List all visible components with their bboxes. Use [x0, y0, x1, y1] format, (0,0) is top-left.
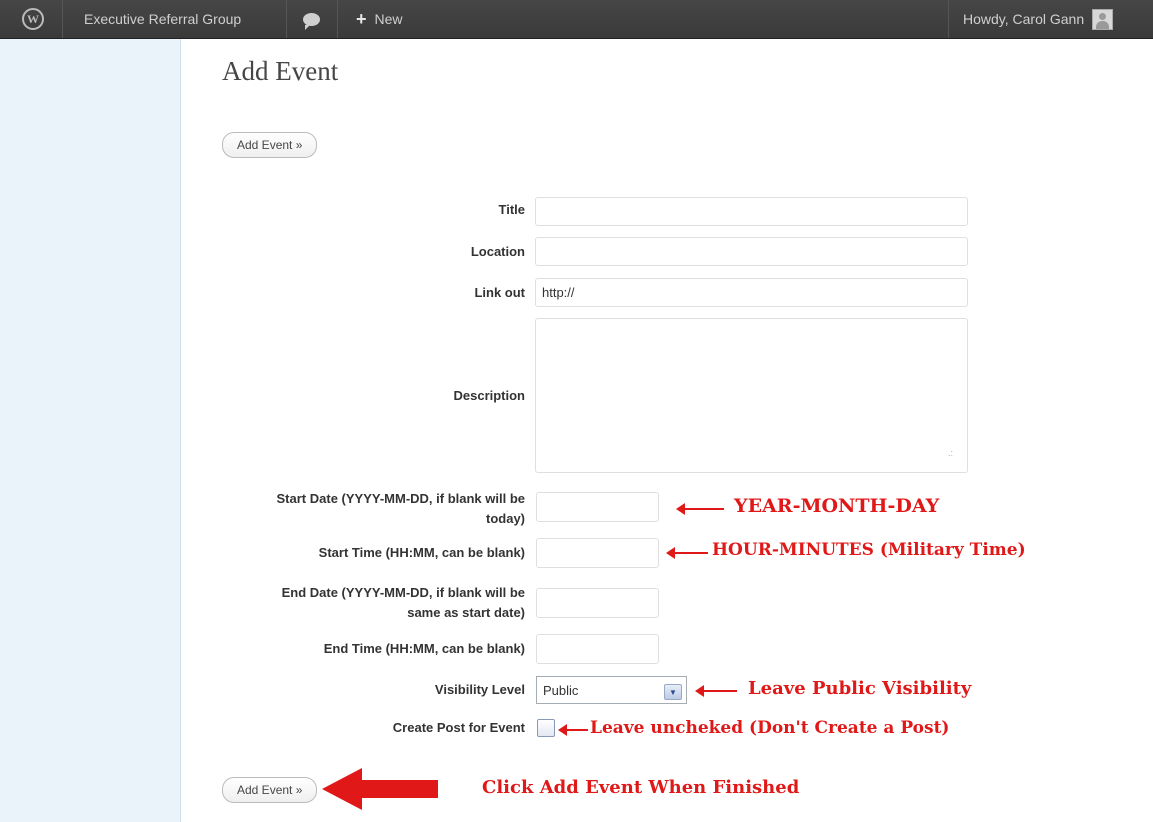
- annotation-visibility: Leave Public Visibility: [748, 678, 972, 699]
- link-out-value: http://: [542, 285, 575, 300]
- end-date-label-line2: same as start date): [407, 605, 525, 620]
- big-left-arrow-icon: [322, 768, 362, 810]
- annotation-time: HOUR-MINUTES (Military Time): [712, 540, 1026, 560]
- big-left-arrow-shaft: [360, 780, 438, 798]
- end-date-label: End Date (YYYY-MM-DD, if blank will be s…: [282, 583, 525, 623]
- add-event-button-top[interactable]: Add Event »: [222, 132, 318, 158]
- account-menu[interactable]: Howdy, Carol Gann: [963, 0, 1114, 38]
- title-label: Title: [498, 202, 526, 217]
- create-post-label: Create Post for Event: [392, 720, 525, 735]
- create-post-checkbox[interactable]: [537, 719, 555, 737]
- start-date-label-line2: today): [486, 511, 525, 526]
- site-name-link[interactable]: Executive Referral Group: [84, 0, 241, 38]
- visibility-selected-value: Public: [543, 682, 579, 698]
- annotation-date: YEAR-MONTH-DAY: [734, 495, 940, 517]
- start-date-label-line1: Start Date (YYYY-MM-DD, if blank will be: [276, 491, 525, 506]
- end-date-label-line1: End Date (YYYY-MM-DD, if blank will be: [281, 585, 525, 600]
- start-date-input[interactable]: [536, 492, 659, 522]
- wordpress-icon: W: [22, 8, 44, 30]
- new-label: New: [374, 11, 403, 27]
- page-title: Add Event: [222, 56, 339, 86]
- new-content-button[interactable]: + New: [356, 0, 403, 38]
- link-out-label: Link out: [474, 285, 525, 300]
- end-date-input[interactable]: [536, 588, 659, 618]
- resize-grip-icon[interactable]: .:: [948, 448, 953, 458]
- annotation-arrow-visibility: [695, 685, 737, 697]
- start-time-label: Start Time (HH:MM, can be blank): [318, 545, 525, 560]
- visibility-label: Visibility Level: [434, 682, 525, 697]
- description-label: Description: [453, 388, 525, 403]
- location-label: Location: [470, 244, 525, 259]
- annotation-arrow-time: [666, 547, 708, 559]
- wordpress-logo-button[interactable]: W: [22, 0, 44, 38]
- plus-icon: +: [356, 8, 367, 29]
- annotation-arrow-post: [558, 724, 588, 736]
- greeting-text: Howdy, Carol Gann: [963, 11, 1085, 27]
- admin-side-menu: [0, 39, 181, 822]
- location-input[interactable]: [535, 237, 968, 266]
- link-out-input[interactable]: http://: [535, 278, 968, 307]
- comments-button[interactable]: [303, 0, 320, 38]
- end-time-input[interactable]: [536, 634, 659, 664]
- admin-bar: W Executive Referral Group + New Howdy, …: [0, 0, 1153, 39]
- start-time-input[interactable]: [536, 538, 659, 568]
- add-event-button-bottom[interactable]: Add Event »: [222, 777, 318, 803]
- end-time-label: End Time (HH:MM, can be blank): [323, 641, 525, 656]
- avatar: [1092, 8, 1114, 30]
- visibility-select[interactable]: Public ▼: [536, 676, 687, 704]
- annotation-finish: Click Add Event When Finished: [482, 777, 800, 798]
- title-input[interactable]: [535, 197, 968, 226]
- annotation-post: Leave uncheked (Don't Create a Post): [590, 718, 950, 738]
- annotation-arrow-date: [676, 503, 724, 515]
- description-textarea[interactable]: .:: [535, 318, 968, 473]
- start-date-label: Start Date (YYYY-MM-DD, if blank will be…: [277, 489, 525, 529]
- chevron-down-icon[interactable]: ▼: [664, 684, 682, 700]
- comment-bubble-icon: [303, 12, 320, 30]
